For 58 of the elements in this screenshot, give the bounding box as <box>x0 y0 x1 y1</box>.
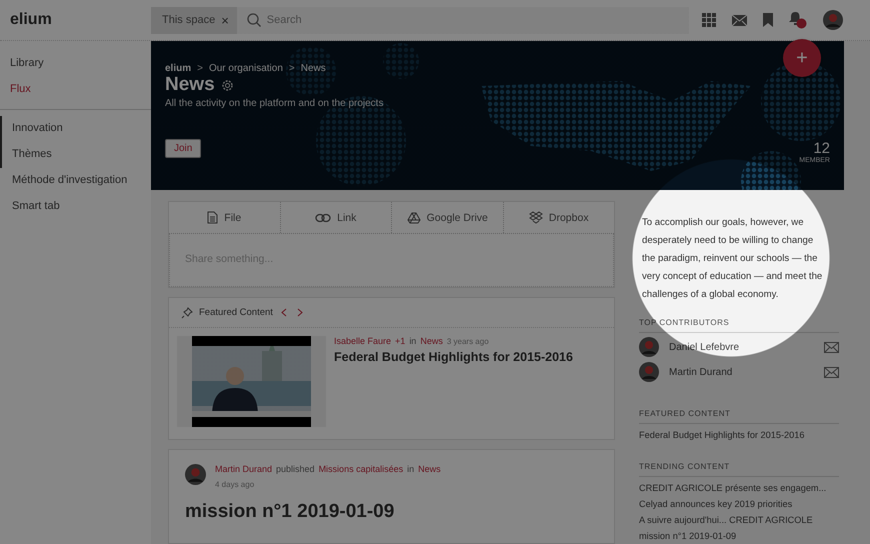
trending-link[interactable]: mission n°1 2019-01-09 <box>639 531 839 541</box>
breadcrumb-separator: > <box>288 63 295 74</box>
article-title[interactable]: Federal Budget Highlights for 2015-2016 <box>334 350 573 364</box>
settings-icon[interactable] <box>220 78 234 92</box>
user-avatar[interactable] <box>822 10 843 30</box>
trending-link[interactable]: Celyad announces key 2019 priorities <box>639 499 839 509</box>
close-button[interactable]: × <box>221 12 229 28</box>
section-heading: TRENDING CONTENT <box>639 462 839 477</box>
page-subtitle: All the activity on the platform and on the projects <box>165 98 384 109</box>
section-heading: TOP CONTRIBUTORS <box>639 318 839 333</box>
attach-tab[interactable]: Google Drive <box>392 202 504 233</box>
join-button[interactable]: Join <box>165 139 202 158</box>
meta-text: published <box>276 464 315 474</box>
grid-icon[interactable] <box>702 13 716 27</box>
file-icon <box>207 211 218 224</box>
breadcrumb-separator: > <box>197 63 203 74</box>
bookmark-icon[interactable] <box>762 13 773 27</box>
meta-text: in <box>407 464 414 474</box>
link-icon <box>315 212 332 222</box>
member-count: 12 <box>813 140 830 157</box>
attach-tab[interactable]: File <box>169 202 280 233</box>
content-link[interactable]: Missions capitalisées <box>318 464 404 474</box>
section-title: Featured Content <box>199 307 273 318</box>
featured-link[interactable]: Federal Budget Highlights for 2015-2016 <box>639 430 839 440</box>
timestamp: 4 days ago <box>215 480 254 489</box>
avatar <box>639 362 659 382</box>
quote-text: To accomplish our goals, however, we desperately need to be willing to change the paradigm, reinvent our schools — the very concept of education — and meet the challenges of a global economy. <box>642 216 824 302</box>
previous-button[interactable] <box>278 308 289 317</box>
pin-icon <box>181 306 193 318</box>
mail-icon[interactable] <box>824 366 839 378</box>
timestamp: 3 years ago <box>446 337 489 346</box>
chip-label: This space <box>162 14 216 26</box>
triangle-icon <box>406 212 421 224</box>
attach-tab[interactable]: Dropbox <box>504 202 614 233</box>
search-icon <box>246 12 261 26</box>
extra-authors-link[interactable]: +1 <box>395 336 406 346</box>
bell-icon[interactable] <box>788 11 807 29</box>
avatar <box>185 464 206 485</box>
breadcrumb-link[interactable]: elium <box>165 63 192 74</box>
section-heading: FEATURED CONTENT <box>639 409 839 424</box>
box-icon <box>528 211 543 224</box>
search-field[interactable]: Search <box>236 6 689 34</box>
trending-link[interactable]: A suivre aujourd'hui... CREDIT AGRICOLE <box>639 515 839 525</box>
author-link[interactable]: Martin Durand <box>215 464 272 474</box>
trending-link[interactable]: CREDIT AGRICOLE présente ses engagem... <box>639 483 839 493</box>
mail-icon[interactable] <box>824 342 839 352</box>
attach-tab[interactable]: Link <box>280 202 392 233</box>
avatar <box>822 10 843 30</box>
post-title[interactable]: mission n°1 2019-01-09 <box>169 492 614 543</box>
contributor-name[interactable]: Martin Durand <box>669 366 814 378</box>
space-link[interactable]: News <box>420 336 443 346</box>
author-link[interactable]: Isabelle Faure <box>334 336 392 346</box>
page-title: News <box>165 74 215 96</box>
space-link[interactable]: News <box>418 464 441 474</box>
breadcrumb-link[interactable]: Our organisation <box>208 63 283 74</box>
breadcrumb-link[interactable]: News <box>300 63 326 74</box>
meta-text: in <box>409 336 416 346</box>
avatar <box>639 337 659 357</box>
